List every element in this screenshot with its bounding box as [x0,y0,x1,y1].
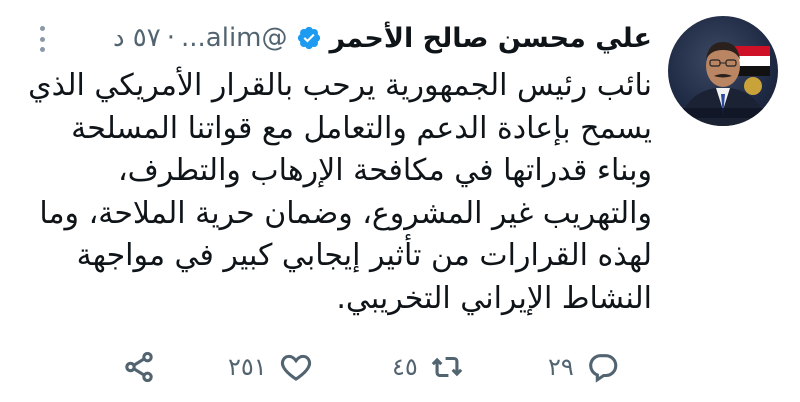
tweet-line: وبناء قدراتها في مكافحة الإرهاب والتطرف، [117,153,652,189]
like-button[interactable]: ٢٥١ [228,344,313,390]
tweet-line: والتهريب غير المشروع، وضمان حرية الملاحة… [39,195,652,231]
heart-icon [280,354,311,381]
author-handle[interactable]: @alim... [181,23,288,53]
retweet-count: ٤٥ [392,353,418,381]
reply-icon [588,354,618,383]
verified-badge-icon [297,26,320,50]
share-button[interactable] [122,344,156,390]
tweet-header: علي محسن صالح الأحمر @alim... · ٥٧ د [113,18,652,58]
tweet-line: يسمح بإعادة الدعم والتعامل مع قواتنا الم… [71,110,652,146]
retweet-button[interactable]: ٤٥ [392,344,464,390]
like-count: ٢٥١ [228,353,267,381]
tweet-line: لهذه القرارات من تأثير إيجابي كبير في مو… [76,238,652,274]
author-name[interactable]: علي محسن صالح الأحمر [330,23,652,54]
tweet: علي محسن صالح الأحمر @alim... · ٥٧ د نائ… [0,0,800,402]
separator: · [166,23,175,53]
tweet-text: نائب رئيس الجمهورية يرحب بالقرار الأمريك… [28,65,652,321]
retweet-icon [431,356,463,378]
tweet-line: نائب رئيس الجمهورية يرحب بالقرار الأمريك… [28,68,652,103]
tweet-line: النشاط الإيراني التخريبي. [336,280,652,316]
share-icon [125,351,153,383]
reply-button[interactable]: ٢٩ [548,344,620,390]
tweet-actions: ٢٥١ ٤٥ ٢٩ [100,344,640,390]
reply-count: ٢٩ [548,353,574,381]
timestamp[interactable]: ٥٧ د [113,23,161,53]
avatar-image [668,42,778,126]
more-icon[interactable] [38,26,46,52]
avatar[interactable] [668,16,778,126]
